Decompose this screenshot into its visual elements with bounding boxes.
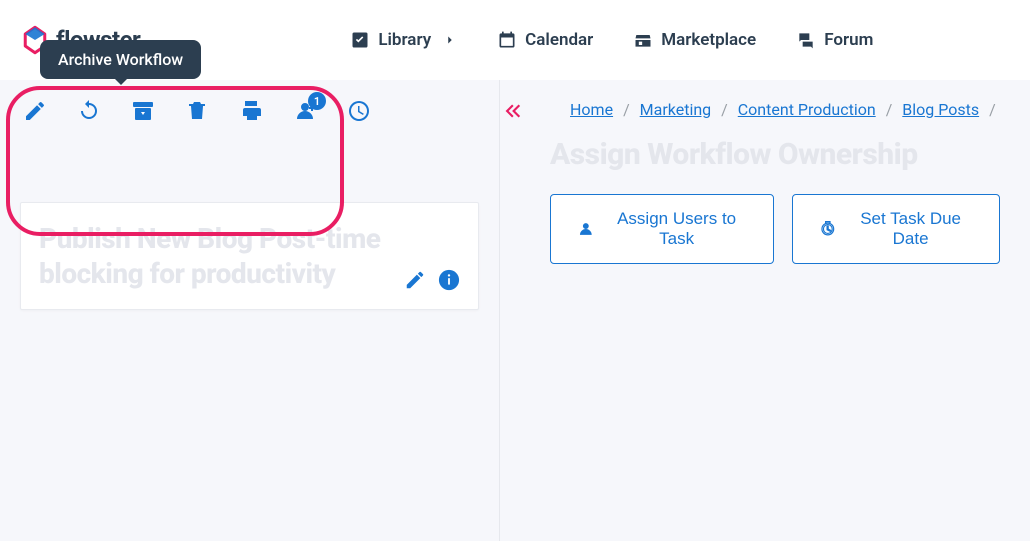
assign-badge: 1 <box>308 92 326 110</box>
breadcrumb-home[interactable]: Home <box>570 100 613 119</box>
breadcrumb-blogposts[interactable]: Blog Posts <box>902 100 979 119</box>
archive-icon <box>130 99 156 123</box>
breadcrumb-separator: / <box>989 100 996 119</box>
history-button[interactable] <box>346 98 372 124</box>
workflow-toolbar: Archive Workflow 1 <box>0 80 499 142</box>
pencil-icon[interactable] <box>404 269 426 291</box>
button-label: Assign Users to Task <box>607 209 747 249</box>
breadcrumb-separator: / <box>721 100 728 119</box>
nav-forum[interactable]: Forum <box>796 30 873 50</box>
person-icon <box>577 219 595 239</box>
print-button[interactable] <box>238 98 264 124</box>
nav-label: Marketplace <box>661 30 756 50</box>
breadcrumb-marketing[interactable]: Marketing <box>640 100 711 119</box>
nav-label: Forum <box>824 30 873 50</box>
store-icon <box>633 30 653 50</box>
info-icon[interactable] <box>438 269 460 291</box>
workflow-title: Publish New Blog Post-time blocking for … <box>39 221 399 291</box>
chat-icon <box>796 30 816 50</box>
collapse-panel-button[interactable] <box>494 94 528 128</box>
clock-icon <box>347 99 371 123</box>
section-title: Assign Workflow Ownership <box>550 137 1000 172</box>
workflow-title-card: Publish New Blog Post-time blocking for … <box>20 202 479 310</box>
pencil-icon <box>23 99 47 123</box>
edit-button[interactable] <box>22 98 48 124</box>
nav-label: Calendar <box>525 30 593 50</box>
sync-icon <box>77 99 101 123</box>
assign-button[interactable]: 1 <box>292 98 318 124</box>
breadcrumb-content[interactable]: Content Production <box>738 100 876 119</box>
print-icon <box>239 99 263 123</box>
assign-users-button[interactable]: Assign Users to Task <box>550 194 774 264</box>
calendar-icon <box>497 30 517 50</box>
set-due-date-button[interactable]: Set Task Due Date <box>792 194 1000 264</box>
checklist-icon <box>350 30 370 50</box>
sync-button[interactable] <box>76 98 102 124</box>
nav-calendar[interactable]: Calendar <box>497 30 593 50</box>
chevron-right-icon <box>443 33 457 47</box>
tooltip: Archive Workflow <box>40 40 201 79</box>
nav-label: Library <box>378 30 431 50</box>
button-label: Set Task Due Date <box>848 209 973 249</box>
archive-button[interactable] <box>130 98 156 124</box>
breadcrumb-separator: / <box>623 100 630 119</box>
breadcrumb-separator: / <box>886 100 893 119</box>
double-chevron-left-icon <box>498 98 524 124</box>
nav-library[interactable]: Library <box>350 30 457 50</box>
breadcrumb: Home / Marketing / Content Production / … <box>570 100 1000 119</box>
delete-button[interactable] <box>184 98 210 124</box>
timer-icon <box>819 219 837 239</box>
nav-marketplace[interactable]: Marketplace <box>633 30 756 50</box>
trash-icon <box>185 99 209 123</box>
